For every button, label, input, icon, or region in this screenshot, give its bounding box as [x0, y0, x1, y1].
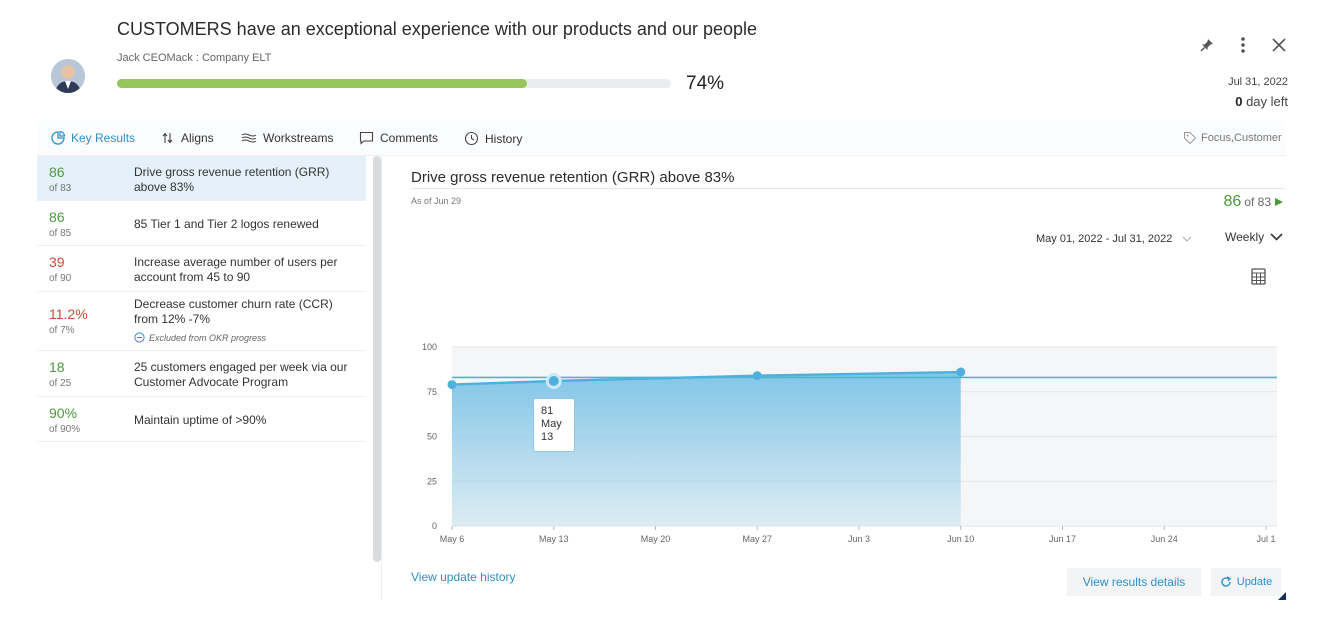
x-tick-label: May 6 — [440, 534, 465, 544]
tooltip-day: 13 — [541, 431, 554, 443]
data-point — [956, 367, 966, 377]
view-update-history-link[interactable]: View update history — [411, 570, 516, 584]
x-tick-label: Jun 3 — [848, 534, 870, 544]
x-tick-label: Jul 1 — [1256, 534, 1275, 544]
update-button[interactable]: Update — [1211, 568, 1281, 596]
y-tick-label: 0 — [432, 521, 437, 531]
view-results-details-button[interactable]: View results details — [1067, 568, 1201, 596]
resize-corner-icon — [1278, 592, 1286, 600]
x-tick-label: May 20 — [641, 534, 671, 544]
update-button-label: Update — [1236, 576, 1273, 588]
data-point — [447, 380, 457, 390]
tooltip-value: 81 — [541, 405, 554, 417]
x-tick-label: Jun 17 — [1049, 534, 1076, 544]
x-tick-label: Jun 24 — [1151, 534, 1178, 544]
tooltip-month: May — [541, 418, 562, 430]
data-point — [545, 373, 562, 390]
y-tick-label: 25 — [427, 476, 437, 486]
chart-tooltip: 81 May 13 — [533, 398, 575, 452]
y-tick-label: 50 — [427, 432, 437, 442]
data-point — [752, 371, 762, 381]
x-tick-label: May 27 — [742, 534, 772, 544]
y-tick-label: 75 — [427, 387, 437, 397]
series-area — [452, 372, 961, 526]
y-tick-label: 100 — [422, 342, 437, 352]
results-chart: 0 25 50 75 100 May 6 May 13 May 20 May 27 Jun 3 Ju… — [422, 342, 1277, 544]
x-tick-label: Jun 10 — [947, 534, 974, 544]
x-tick-label: May 13 — [539, 534, 569, 544]
refresh-icon — [1221, 576, 1231, 587]
